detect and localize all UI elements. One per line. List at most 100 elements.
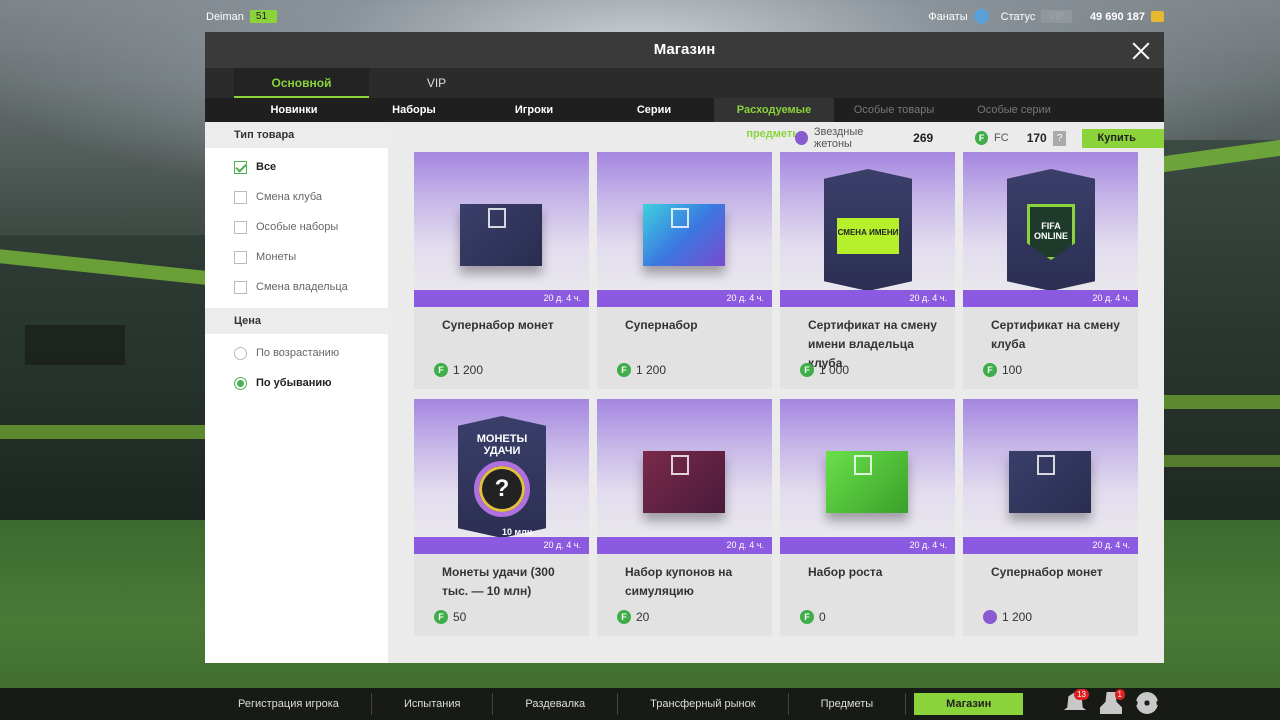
friends-count: 1: [1114, 689, 1125, 700]
fc-icon: F: [617, 363, 631, 377]
fc-icon: F: [975, 131, 989, 145]
filter-coins[interactable]: Монеты: [205, 242, 388, 272]
notifications-button[interactable]: 13: [1064, 689, 1089, 714]
gear-icon[interactable]: [1136, 692, 1158, 714]
product-name: Супернабор: [625, 318, 698, 332]
checkbox-icon[interactable]: [234, 250, 247, 264]
product-name: Супернабор монет: [442, 318, 554, 332]
coin-box-icon: [1009, 451, 1091, 513]
bottom-nav: Регистрация игрока Испытания Раздевалка …: [0, 688, 1280, 720]
timer-badge: 20 д. 4 ч.: [963, 290, 1138, 307]
product-name: Набор купонов на симуляцию: [625, 565, 733, 598]
buy-fc-button[interactable]: Купить FC: [1082, 128, 1164, 163]
nav-items[interactable]: Предметы: [789, 693, 907, 715]
help-button[interactable]: ?: [1052, 130, 1067, 146]
main-tabs: Основной VIP: [205, 68, 1164, 98]
product-card[interactable]: 20 д. 4 ч. Супернабор монет 1 200: [963, 399, 1138, 636]
lucky-coins-amount: 10 млн: [502, 527, 533, 537]
filter-club-change[interactable]: Смена клуба: [205, 182, 388, 212]
product-price: 1 200: [983, 610, 1032, 624]
timer-badge: 20 д. 4 ч.: [597, 537, 772, 554]
ad-board: [1164, 455, 1280, 467]
filter-sidebar: Тип товара Все Смена клуба Особые наборы…: [205, 122, 388, 663]
tab-main[interactable]: Основной: [234, 68, 369, 98]
friends-button[interactable]: 1: [1100, 689, 1125, 714]
tab-consumables[interactable]: Расходуемые предметы: [714, 98, 834, 140]
fans-icon[interactable]: [973, 9, 989, 24]
tab-series[interactable]: Серии: [594, 98, 714, 122]
star-token-value: 269: [913, 131, 934, 145]
filter-special-packs[interactable]: Особые наборы: [205, 212, 388, 242]
product-card[interactable]: СМЕНА ИМЕНИ 20 д. 4 ч. Сертификат на сме…: [780, 152, 955, 389]
star-token-icon: [983, 610, 997, 624]
fc-icon: F: [617, 610, 631, 624]
product-card[interactable]: FIFA ONLINE 20 д. 4 ч. Сертификат на сме…: [963, 152, 1138, 389]
tab-special-items[interactable]: Особые товары: [834, 98, 954, 122]
fc-icon: F: [800, 610, 814, 624]
checkbox-icon[interactable]: [234, 190, 247, 204]
nav-transfer-market[interactable]: Трансферный рынок: [618, 693, 789, 715]
filter-owner-change[interactable]: Смена владельца: [205, 272, 388, 302]
coins-icon: [1151, 11, 1164, 22]
timer-badge: 20 д. 4 ч.: [414, 290, 589, 307]
name-change-ticket-icon: СМЕНА ИМЕНИ: [837, 218, 899, 254]
ad-board: [0, 425, 205, 439]
fc-icon: F: [434, 610, 448, 624]
tab-players[interactable]: Игроки: [474, 98, 594, 122]
star-token-label: Звездные жетоны: [813, 126, 864, 150]
checkbox-checked-icon[interactable]: [234, 160, 247, 174]
coin-box-icon: [460, 204, 542, 266]
nav-player-registration[interactable]: Регистрация игрока: [206, 693, 372, 715]
sort-ascending[interactable]: По возрастанию: [205, 338, 388, 368]
scoreboard: [25, 325, 125, 365]
product-card[interactable]: МОНЕТЫ УДАЧИ ? 10 млн 20 д. 4 ч. Монеты …: [414, 399, 589, 636]
nav-shop[interactable]: Магазин: [914, 693, 1024, 715]
nav-locker-room[interactable]: Раздевалка: [493, 693, 619, 715]
price-value: 1 000: [819, 363, 850, 377]
product-card[interactable]: 20 д. 4 ч. Супернабор монет F 1 200: [414, 152, 589, 389]
tab-special-series[interactable]: Особые серии: [954, 98, 1074, 122]
fc-value: 170: [1026, 131, 1047, 145]
checkbox-icon[interactable]: [234, 220, 247, 234]
tab-vip[interactable]: VIP: [369, 68, 504, 98]
ad-board: [1164, 395, 1280, 409]
right-stand: [1164, 140, 1280, 530]
product-image: МОНЕТЫ УДАЧИ ? 10 млн: [414, 399, 589, 554]
shop-body: Тип товара Все Смена клуба Особые наборы…: [205, 122, 1164, 663]
product-card[interactable]: 20 д. 4 ч. Супернабор F 1 200: [597, 152, 772, 389]
filter-label: Все: [256, 161, 277, 173]
checkbox-icon[interactable]: [234, 280, 247, 294]
page-title: Магазин: [653, 41, 716, 58]
timer-badge: 20 д. 4 ч.: [780, 537, 955, 554]
top-status-bar: Фанаты Статус VIP 49 690 187: [928, 9, 1164, 24]
star-token-icon: [795, 131, 808, 145]
product-image: СМЕНА ИМЕНИ: [780, 152, 955, 307]
filter-price-heading: Цена: [205, 308, 388, 334]
close-icon[interactable]: [1126, 36, 1156, 66]
nav-challenges[interactable]: Испытания: [372, 693, 494, 715]
product-name: Супернабор монет: [991, 565, 1103, 579]
product-price: F0: [800, 610, 826, 624]
product-price: F 1 000: [800, 363, 849, 377]
product-card[interactable]: 20 д. 4 ч. Набор роста F0: [780, 399, 955, 636]
fc-label: FC: [994, 132, 1009, 144]
fans-label: Фанаты: [928, 10, 968, 23]
radio-icon[interactable]: [234, 346, 247, 360]
tab-new[interactable]: Новинки: [234, 98, 354, 122]
price-value: 20: [636, 610, 650, 624]
currency-bar: Звездные жетоны 269 F FC 170 ? Купить FC: [795, 126, 1164, 163]
nav-icons: 13 1: [1064, 689, 1158, 714]
fc-icon: F: [983, 363, 997, 377]
level-badge: 51: [249, 10, 278, 23]
product-image: [414, 152, 589, 307]
product-name: Сертификат на смену клуба: [991, 318, 1120, 351]
lucky-coins-title: МОНЕТЫ УДАЧИ: [476, 433, 528, 457]
super-pack-icon: [643, 204, 725, 266]
filter-price-group: По возрастанию По убыванию: [205, 334, 388, 404]
filter-all[interactable]: Все: [205, 152, 388, 182]
product-card[interactable]: 20 д. 4 ч. Набор купонов на симуляцию F2…: [597, 399, 772, 636]
radio-selected-icon[interactable]: [234, 376, 247, 390]
sort-descending[interactable]: По убыванию: [205, 368, 388, 398]
tab-packs[interactable]: Наборы: [354, 98, 474, 122]
price-value: 50: [453, 610, 467, 624]
